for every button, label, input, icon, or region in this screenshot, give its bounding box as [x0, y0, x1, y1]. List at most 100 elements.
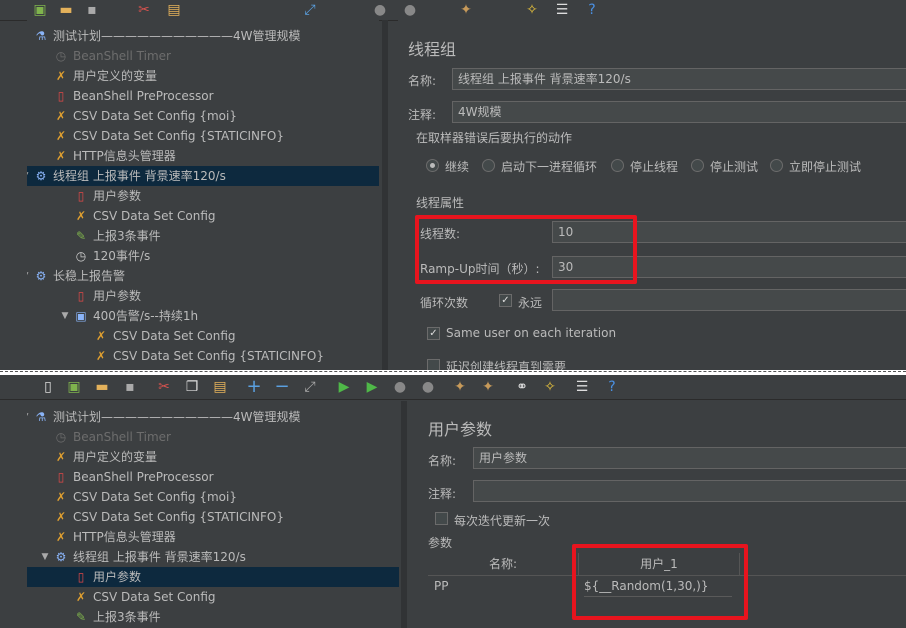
tree-node[interactable]: ▯ BeanShell PreProcessor [27, 467, 399, 487]
function-helper-icon[interactable]: ☰ [572, 377, 592, 397]
splitter[interactable] [401, 401, 407, 628]
name-field[interactable]: 用户参数 [473, 447, 906, 469]
reset-search-icon[interactable]: ✧ [540, 377, 560, 397]
clear-all-icon[interactable]: ✦ [478, 377, 498, 397]
save-icon[interactable]: ▪ [120, 377, 140, 397]
chevron-down-icon[interactable]: ▼ [39, 547, 51, 567]
tree-node[interactable]: ✗ CSV Data Set Config {STATICINFO} [27, 126, 379, 146]
paste-icon[interactable]: ▤ [164, 0, 184, 20]
search-icon[interactable]: ⚭ [512, 377, 532, 397]
col-name-header[interactable]: 名称: [428, 553, 579, 575]
chevron-down-icon[interactable]: ▼ [27, 407, 31, 427]
remove-icon[interactable]: − [272, 377, 292, 397]
tree-node[interactable]: ◷ BeanShell Timer [27, 46, 379, 66]
same-user-label: Same user on each iteration [446, 326, 617, 340]
update-checkbox[interactable] [435, 512, 448, 525]
wrench-icon: ✗ [55, 530, 67, 544]
tree-node[interactable]: ✗ CSV Data Set Config [27, 206, 379, 226]
same-user-checkbox[interactable]: ✓ [427, 327, 440, 340]
threads-field[interactable]: 10 [552, 221, 906, 243]
help-icon[interactable]: ? [582, 0, 602, 20]
param-value-cell[interactable]: ${__Random(1,30,)} [584, 576, 732, 597]
tree-node[interactable]: ✗ CSV Data Set Config [27, 326, 379, 346]
tree-node[interactable]: ✎ 上报3条事件 [27, 607, 399, 627]
tree-node[interactable]: ▼ ⚗ 测试计划———————————4W管理规模 [27, 407, 399, 427]
pencil-icon: ✎ [75, 610, 87, 624]
chevron-down-icon[interactable]: ▼ [27, 166, 31, 186]
add-icon[interactable]: + [244, 377, 264, 397]
chevron-down-icon[interactable]: ▼ [59, 306, 71, 326]
tree-node[interactable]: ✗ CSV Data Set Config {moi} [27, 106, 379, 126]
error-action-radio[interactable] [691, 159, 704, 172]
tree-node-label: 长稳上报告警 [53, 269, 126, 283]
error-action-radio[interactable] [770, 159, 783, 172]
error-action-label: 启动下一进程循环 [501, 160, 598, 174]
tree-node[interactable]: ✗ HTTP信息头管理器 [27, 146, 379, 166]
tree-node-label: 线程组 上报事件 背景速率120/s [73, 550, 246, 564]
folder-icon[interactable]: ▬ [56, 0, 76, 20]
loop-field[interactable] [552, 289, 906, 311]
error-action-radio[interactable] [611, 159, 624, 172]
tree-node[interactable]: ✗ CSV Data Set Config {moi} [27, 487, 399, 507]
chevron-down-icon[interactable]: ▼ [27, 266, 31, 286]
tree-node[interactable]: ✗ CSV Data Set Config {STATICINFO} [27, 346, 379, 366]
tree-node[interactable]: ⚗ 测试计划———————————4W管理规模 [27, 26, 379, 46]
new-icon[interactable]: ▯ [38, 377, 58, 397]
start-no-pause-icon[interactable]: ▶ [362, 377, 382, 397]
error-action-radio[interactable] [426, 159, 439, 172]
tree-node[interactable]: ◷ 120事件/s [27, 246, 379, 266]
tree-node[interactable]: ▼ ⚙ 长稳上报告警 [27, 266, 379, 286]
toggle-icon[interactable]: ⤢ [300, 377, 320, 397]
comment-field[interactable]: 4W规模 [452, 101, 906, 123]
tree-node[interactable]: ▯ 用户参数 [27, 567, 399, 587]
stop-icon[interactable]: ● [370, 0, 390, 20]
tree-node[interactable]: ✎ 上报3条事件 [27, 226, 379, 246]
tree-node[interactable]: ✗ HTTP信息头管理器 [27, 527, 399, 547]
error-action-radio[interactable] [482, 159, 495, 172]
clear-icon[interactable]: ✧ [522, 0, 542, 20]
list-icon[interactable]: ☰ [552, 0, 572, 20]
tree-node[interactable]: ▼ ⚙ 线程组 上报事件 背景速率120/s [27, 166, 379, 186]
tree-node[interactable]: ▯ 用户参数 [27, 286, 379, 306]
param-name-cell[interactable]: PP [434, 576, 448, 596]
tree-node[interactable]: ▼ ▣ 400告警/s--持续1h [27, 306, 379, 326]
flask-icon: ⚗ [35, 410, 47, 424]
folder-icon[interactable]: ▬ [92, 377, 112, 397]
open-icon[interactable]: ▣ [30, 0, 50, 20]
stop-icon[interactable]: ● [390, 377, 410, 397]
clear-icon[interactable]: ✦ [450, 377, 470, 397]
shutdown-icon[interactable]: ● [400, 0, 420, 20]
gear-icon: ⚙ [35, 169, 47, 183]
cut-icon[interactable]: ✂ [154, 377, 174, 397]
wrench-icon: ✗ [95, 329, 107, 343]
tree-node[interactable]: ✗ 用户定义的变量 [27, 447, 399, 467]
name-field[interactable]: 线程组 上报事件 背景速率120/s [452, 68, 906, 90]
tree-node[interactable]: ▯ 用户参数 [27, 186, 379, 206]
start-icon[interactable]: ▶ [334, 377, 354, 397]
expand-icon[interactable]: ⤢ [300, 0, 320, 20]
help-icon[interactable]: ? [602, 377, 622, 397]
templates-icon[interactable]: ▣ [64, 377, 84, 397]
delay-checkbox[interactable] [427, 359, 440, 370]
tree-node[interactable]: ✗ CSV Data Set Config {STATICINFO} [27, 507, 399, 527]
rampup-field[interactable]: 30 [552, 256, 906, 278]
wrench-icon: ✗ [55, 450, 67, 464]
copy-icon[interactable]: ❐ [182, 377, 202, 397]
wrench-icon: ✗ [75, 209, 87, 223]
tree-node[interactable]: ✗ 用户定义的变量 [27, 66, 379, 86]
save-icon[interactable]: ▪ [82, 0, 102, 20]
tree-node[interactable]: ✗ CSV Data Set Config [27, 587, 399, 607]
broom-icon[interactable]: ✦ [456, 0, 476, 20]
tree-node[interactable]: ▯ BeanShell PreProcessor [27, 86, 379, 106]
paste-icon[interactable]: ▤ [210, 377, 230, 397]
comment-field[interactable] [473, 480, 906, 502]
forever-checkbox[interactable]: ✓ [499, 294, 512, 307]
tree-node-label: 测试计划———————————4W管理规模 [53, 29, 301, 43]
tree-node[interactable]: ▼ ⚙ 线程组 上报事件 背景速率120/s [27, 547, 399, 567]
tree-node[interactable]: ◷ BeanShell Timer [27, 427, 399, 447]
splitter[interactable] [382, 20, 388, 370]
cut-icon[interactable]: ✂ [134, 0, 154, 20]
wrench-icon: ✗ [55, 129, 67, 143]
shutdown-icon[interactable]: ● [418, 377, 438, 397]
col-user-header[interactable]: 用户_1 [579, 553, 740, 575]
